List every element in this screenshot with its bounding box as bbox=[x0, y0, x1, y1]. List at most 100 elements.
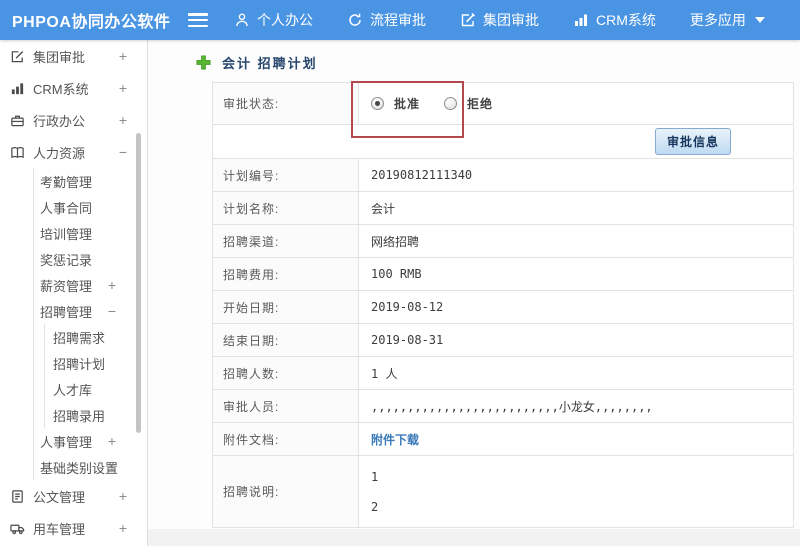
sidebar-item-label: 基础类别设置 bbox=[40, 460, 119, 476]
sidebar-item-training[interactable]: 培训管理 bbox=[34, 220, 147, 246]
top-bar: PHPOA协同办公软件 个人办公 流程审批 集团审批 CRM系统 更多应用 bbox=[0, 0, 800, 40]
sidebar-item-talent-pool[interactable]: 人才库 bbox=[45, 376, 147, 402]
sidebar-item-recruit-demand[interactable]: 招聘需求 bbox=[45, 324, 147, 350]
sidebar: 集团审批 + CRM系统 + 行政办公 + 人力资源 − 考勤管理 人事合同 培… bbox=[0, 40, 148, 546]
expand-toggle[interactable]: + bbox=[119, 48, 127, 64]
sidebar-item-recruit-plan[interactable]: 招聘计划 bbox=[45, 350, 147, 376]
sidebar-item-label: 培训管理 bbox=[40, 226, 93, 242]
nav-label: 个人办公 bbox=[257, 12, 313, 28]
field-label: 招聘人数: bbox=[212, 356, 359, 390]
table-row: 招聘费用: 100 RMB bbox=[212, 257, 794, 291]
sidebar-item-crm[interactable]: CRM系统 + bbox=[0, 72, 147, 104]
expand-toggle[interactable]: + bbox=[119, 488, 127, 504]
table-row: 审批状态: 批准 拒绝 bbox=[212, 82, 794, 125]
nav-label: 流程审批 bbox=[370, 12, 426, 28]
collapse-toggle[interactable]: − bbox=[108, 303, 116, 319]
cycle-icon bbox=[347, 12, 363, 28]
nav-label: CRM系统 bbox=[596, 12, 656, 28]
hr-submenu: 考勤管理 人事合同 培训管理 奖惩记录 薪资管理 + 招聘管理 − 招聘需求 招… bbox=[33, 168, 147, 480]
radio-reject[interactable] bbox=[444, 97, 458, 110]
field-value: 网络招聘 bbox=[358, 224, 794, 258]
nav-workflow-approval[interactable]: 流程审批 bbox=[347, 10, 426, 30]
recruit-plan-detail-table: 审批状态: 批准 拒绝 审批信息 计划编号: 20190812111340 计划… bbox=[212, 82, 794, 528]
expand-toggle[interactable]: + bbox=[108, 459, 116, 475]
sidebar-item-personnel-mgmt[interactable]: 人事管理 + bbox=[34, 428, 147, 454]
approval-info-button[interactable]: 审批信息 bbox=[654, 128, 731, 155]
table-row: 计划名称: 会计 bbox=[212, 191, 794, 225]
field-value: 1 人 bbox=[358, 356, 794, 390]
sidebar-item-label: 招聘计划 bbox=[53, 356, 106, 372]
document-icon bbox=[10, 489, 25, 504]
sidebar-item-hr-contract[interactable]: 人事合同 bbox=[34, 194, 147, 220]
truck-icon bbox=[10, 521, 25, 536]
sidebar-item-recruit-mgmt[interactable]: 招聘管理 − bbox=[34, 298, 147, 324]
sidebar-item-label: 行政办公 bbox=[33, 113, 86, 129]
radio-approve-label[interactable]: 批准 bbox=[394, 95, 420, 112]
collapse-toggle[interactable]: − bbox=[119, 144, 127, 160]
main-content: 会计 招聘计划 审批状态: 批准 拒绝 审批信息 计划编号: 201908121… bbox=[148, 40, 800, 546]
person-icon bbox=[234, 12, 250, 28]
field-value: ,,,,,,,,,,,,,,,,,,,,,,,,,,小龙女,,,,,,,, bbox=[358, 389, 794, 423]
field-label: 结束日期: bbox=[212, 323, 359, 357]
breadcrumb: 会计 招聘计划 bbox=[196, 53, 318, 72]
radio-approve[interactable] bbox=[371, 97, 384, 110]
sidebar-item-group-approval[interactable]: 集团审批 + bbox=[0, 40, 147, 72]
menu-hamburger-icon[interactable] bbox=[188, 13, 208, 27]
field-value: 2019-08-31 bbox=[358, 323, 794, 357]
app-title: PHPOA协同办公软件 bbox=[12, 14, 171, 31]
sidebar-item-label: 招聘录用 bbox=[53, 408, 106, 424]
sidebar-item-admin-office[interactable]: 行政办公 + bbox=[0, 104, 147, 136]
sidebar-item-base-category[interactable]: 基础类别设置 + bbox=[34, 454, 147, 480]
field-value: 会计 bbox=[358, 191, 794, 225]
expand-toggle[interactable]: + bbox=[108, 433, 116, 449]
table-row: 审批人员: ,,,,,,,,,,,,,,,,,,,,,,,,,,小龙女,,,,,… bbox=[212, 389, 794, 423]
attachment-download-link[interactable]: 附件下载 bbox=[371, 433, 419, 447]
edit-square-icon bbox=[10, 49, 25, 64]
sidebar-item-label: 人事管理 bbox=[40, 434, 93, 450]
approval-status-radio-group: 批准 拒绝 bbox=[371, 95, 792, 112]
expand-toggle[interactable]: + bbox=[108, 277, 116, 293]
sidebar-item-hr[interactable]: 人力资源 − bbox=[0, 136, 147, 168]
field-label: 计划名称: bbox=[212, 191, 359, 225]
table-row: 招聘说明: 1 2 bbox=[212, 455, 794, 528]
radio-reject-label[interactable]: 拒绝 bbox=[467, 95, 493, 112]
sidebar-item-recruit-hiring[interactable]: 招聘录用 bbox=[45, 402, 147, 428]
nav-more-apps[interactable]: 更多应用 bbox=[690, 10, 765, 30]
nav-label: 集团审批 bbox=[483, 12, 539, 28]
sidebar-item-label: 人力资源 bbox=[33, 145, 86, 161]
page-title: 会计 招聘计划 bbox=[222, 56, 318, 71]
sidebar-item-label: 人事合同 bbox=[40, 200, 93, 216]
add-plus-icon[interactable] bbox=[196, 55, 211, 70]
expand-toggle[interactable]: + bbox=[119, 80, 127, 96]
nav-personal-office[interactable]: 个人办公 bbox=[234, 10, 313, 30]
content-footer-strip bbox=[148, 529, 800, 546]
table-row: 招聘渠道: 网络招聘 bbox=[212, 224, 794, 258]
sidebar-item-vehicle[interactable]: 用车管理 + bbox=[0, 512, 147, 544]
table-row: 附件文档: 附件下载 bbox=[212, 422, 794, 456]
field-value: 2019-08-12 bbox=[358, 290, 794, 324]
nav-crm-system[interactable]: CRM系统 bbox=[573, 10, 656, 30]
recruit-description: 1 2 bbox=[371, 462, 792, 522]
nav-group-approval[interactable]: 集团审批 bbox=[460, 10, 539, 30]
nav-label: 更多应用 bbox=[689, 12, 746, 28]
sidebar-item-attendance[interactable]: 考勤管理 bbox=[34, 168, 147, 194]
sidebar-item-label: 招聘管理 bbox=[40, 304, 93, 320]
sidebar-item-salary[interactable]: 薪资管理 + bbox=[34, 272, 147, 298]
briefcase-icon bbox=[10, 113, 25, 128]
table-row: 审批信息 bbox=[212, 124, 794, 159]
sidebar-item-documents[interactable]: 公文管理 + bbox=[0, 480, 147, 512]
sidebar-scrollbar[interactable] bbox=[136, 133, 141, 433]
field-label: 审批人员: bbox=[212, 389, 359, 423]
table-row: 计划编号: 20190812111340 bbox=[212, 158, 794, 192]
bar-chart-icon bbox=[573, 12, 589, 28]
expand-toggle[interactable]: + bbox=[119, 112, 127, 128]
table-row: 招聘人数: 1 人 bbox=[212, 356, 794, 390]
sidebar-item-rewards[interactable]: 奖惩记录 bbox=[34, 246, 147, 272]
caret-down-icon bbox=[754, 17, 765, 23]
sidebar-item-label: CRM系统 bbox=[33, 81, 89, 97]
bar-chart-icon bbox=[10, 81, 25, 96]
table-row: 结束日期: 2019-08-31 bbox=[212, 323, 794, 357]
field-label: 招聘费用: bbox=[212, 257, 359, 291]
sidebar-item-label: 奖惩记录 bbox=[40, 252, 93, 268]
expand-toggle[interactable]: + bbox=[119, 520, 127, 536]
